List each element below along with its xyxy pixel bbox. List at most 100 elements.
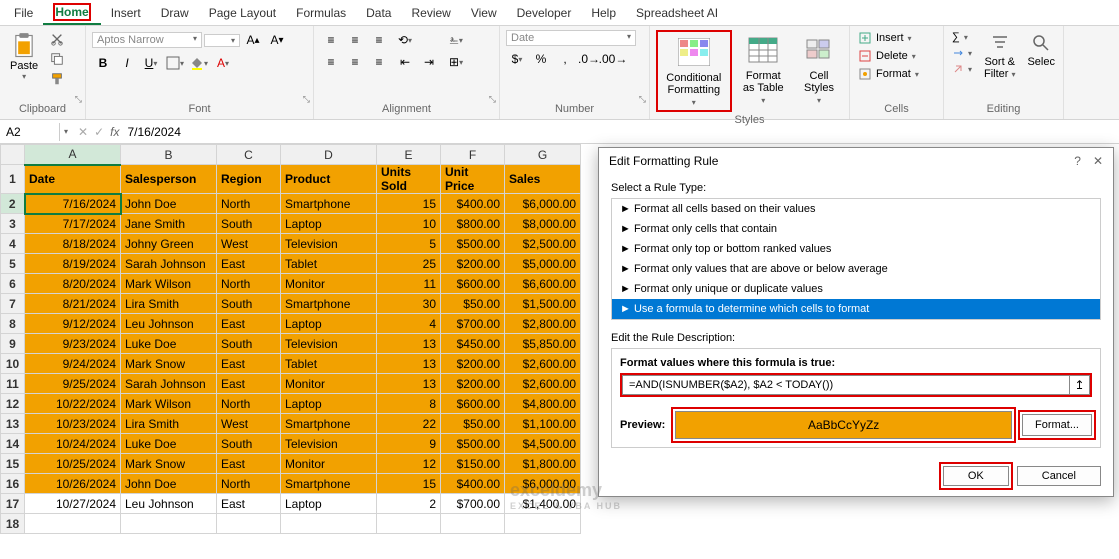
data-cell[interactable]: West [217, 414, 281, 434]
name-box[interactable]: A2 [0, 123, 60, 141]
column-header[interactable]: D [281, 145, 377, 165]
data-cell[interactable]: East [217, 354, 281, 374]
row-header[interactable]: 10 [1, 354, 25, 374]
data-cell[interactable]: Laptop [281, 394, 377, 414]
data-cell[interactable]: $700.00 [441, 314, 505, 334]
data-cell[interactable]: Laptop [281, 494, 377, 514]
data-cell[interactable]: Smartphone [281, 194, 377, 214]
data-cell[interactable]: $6,600.00 [505, 274, 581, 294]
data-cell[interactable] [121, 514, 217, 534]
data-cell[interactable]: 15 [377, 474, 441, 494]
data-cell[interactable]: 10/24/2024 [25, 434, 121, 454]
data-cell[interactable]: Television [281, 434, 377, 454]
data-cell[interactable]: 9 [377, 434, 441, 454]
data-cell[interactable]: Jane Smith [121, 214, 217, 234]
clear-button[interactable]: ▾ [950, 62, 974, 76]
data-cell[interactable]: $1,400.00 [505, 494, 581, 514]
rule-type-item[interactable]: ► Format only values that are above or b… [612, 259, 1100, 279]
data-cell[interactable]: $150.00 [441, 454, 505, 474]
number-format-select[interactable]: Date▾ [506, 30, 636, 46]
conditional-formatting-button[interactable]: Conditional Formatting ▾ [656, 30, 732, 112]
data-cell[interactable]: 5 [377, 234, 441, 254]
data-cell[interactable]: Laptop [281, 214, 377, 234]
bold-button[interactable]: B [92, 53, 114, 73]
data-cell[interactable] [377, 514, 441, 534]
row-header[interactable]: 4 [1, 234, 25, 254]
data-cell[interactable]: $2,500.00 [505, 234, 581, 254]
ok-button[interactable]: OK [943, 466, 1009, 486]
data-cell[interactable]: $1,100.00 [505, 414, 581, 434]
data-cell[interactable]: East [217, 454, 281, 474]
header-cell[interactable]: Date [25, 165, 121, 194]
underline-button[interactable]: U▾ [140, 53, 162, 73]
increase-indent-button[interactable]: ⇥ [418, 52, 440, 72]
data-cell[interactable]: South [217, 334, 281, 354]
row-header[interactable]: 8 [1, 314, 25, 334]
row-header[interactable]: 17 [1, 494, 25, 514]
collapse-dialog-icon[interactable]: ↥ [1070, 375, 1090, 395]
data-cell[interactable]: 8/18/2024 [25, 234, 121, 254]
decrease-indent-button[interactable]: ⇤ [394, 52, 416, 72]
data-cell[interactable]: Television [281, 234, 377, 254]
menu-tab-review[interactable]: Review [401, 2, 460, 24]
menu-tab-home[interactable]: Home [43, 1, 100, 25]
data-cell[interactable]: Leu Johnson [121, 314, 217, 334]
data-cell[interactable]: 13 [377, 334, 441, 354]
data-cell[interactable]: $200.00 [441, 254, 505, 274]
clipboard-launcher-icon[interactable]: ⤡ [75, 94, 82, 105]
data-cell[interactable]: Lira Smith [121, 294, 217, 314]
data-cell[interactable]: 8/21/2024 [25, 294, 121, 314]
increase-decimal-button[interactable]: .0→ [578, 49, 600, 69]
data-cell[interactable] [281, 514, 377, 534]
format-painter-button[interactable] [46, 70, 68, 88]
header-cell[interactable]: Salesperson [121, 165, 217, 194]
cancel-button[interactable]: Cancel [1017, 466, 1101, 486]
data-cell[interactable]: Lira Smith [121, 414, 217, 434]
data-cell[interactable]: 13 [377, 374, 441, 394]
data-cell[interactable]: 30 [377, 294, 441, 314]
menu-tab-insert[interactable]: Insert [101, 2, 151, 24]
wrap-text-button[interactable]: ⎁▾ [444, 30, 468, 50]
row-header[interactable]: 12 [1, 394, 25, 414]
data-cell[interactable] [25, 514, 121, 534]
decrease-decimal-button[interactable]: .00→ [602, 49, 624, 69]
header-cell[interactable]: Product [281, 165, 377, 194]
data-cell[interactable]: Sarah Johnson [121, 374, 217, 394]
data-cell[interactable]: 22 [377, 414, 441, 434]
data-cell[interactable]: North [217, 194, 281, 214]
data-cell[interactable]: $700.00 [441, 494, 505, 514]
select-all-corner[interactable] [1, 145, 25, 165]
header-cell[interactable]: Unit Price [441, 165, 505, 194]
data-cell[interactable]: $500.00 [441, 434, 505, 454]
format-cells-button[interactable]: Format ▾ [856, 66, 921, 82]
data-cell[interactable]: 10/26/2024 [25, 474, 121, 494]
data-cell[interactable]: Mark Wilson [121, 394, 217, 414]
data-cell[interactable]: $800.00 [441, 214, 505, 234]
rule-type-item[interactable]: ► Format all cells based on their values [612, 199, 1100, 219]
data-cell[interactable]: John Doe [121, 474, 217, 494]
insert-cells-button[interactable]: Insert ▾ [856, 30, 921, 46]
align-middle-button[interactable]: ≡ [344, 30, 366, 50]
font-name-select[interactable]: Aptos Narrow ▾ [92, 32, 202, 48]
data-cell[interactable]: 9/24/2024 [25, 354, 121, 374]
data-cell[interactable]: Mark Snow [121, 454, 217, 474]
column-header[interactable]: B [121, 145, 217, 165]
data-cell[interactable]: 7/16/2024 [25, 194, 121, 214]
cell-styles-button[interactable]: Cell Styles ▾ [795, 30, 843, 108]
menu-tab-help[interactable]: Help [581, 2, 626, 24]
delete-cells-button[interactable]: Delete ▾ [856, 48, 921, 64]
data-cell[interactable]: Monitor [281, 454, 377, 474]
align-center-button[interactable]: ≡ [344, 52, 366, 72]
column-header[interactable]: C [217, 145, 281, 165]
data-cell[interactable]: 10/27/2024 [25, 494, 121, 514]
percent-button[interactable]: % [530, 49, 552, 69]
data-cell[interactable]: $8,000.00 [505, 214, 581, 234]
column-header[interactable]: A [25, 145, 121, 165]
data-cell[interactable]: $5,000.00 [505, 254, 581, 274]
menu-tab-data[interactable]: Data [356, 2, 401, 24]
data-cell[interactable]: $50.00 [441, 294, 505, 314]
data-cell[interactable]: $400.00 [441, 194, 505, 214]
data-cell[interactable]: 8 [377, 394, 441, 414]
data-cell[interactable]: 25 [377, 254, 441, 274]
data-cell[interactable]: 13 [377, 354, 441, 374]
